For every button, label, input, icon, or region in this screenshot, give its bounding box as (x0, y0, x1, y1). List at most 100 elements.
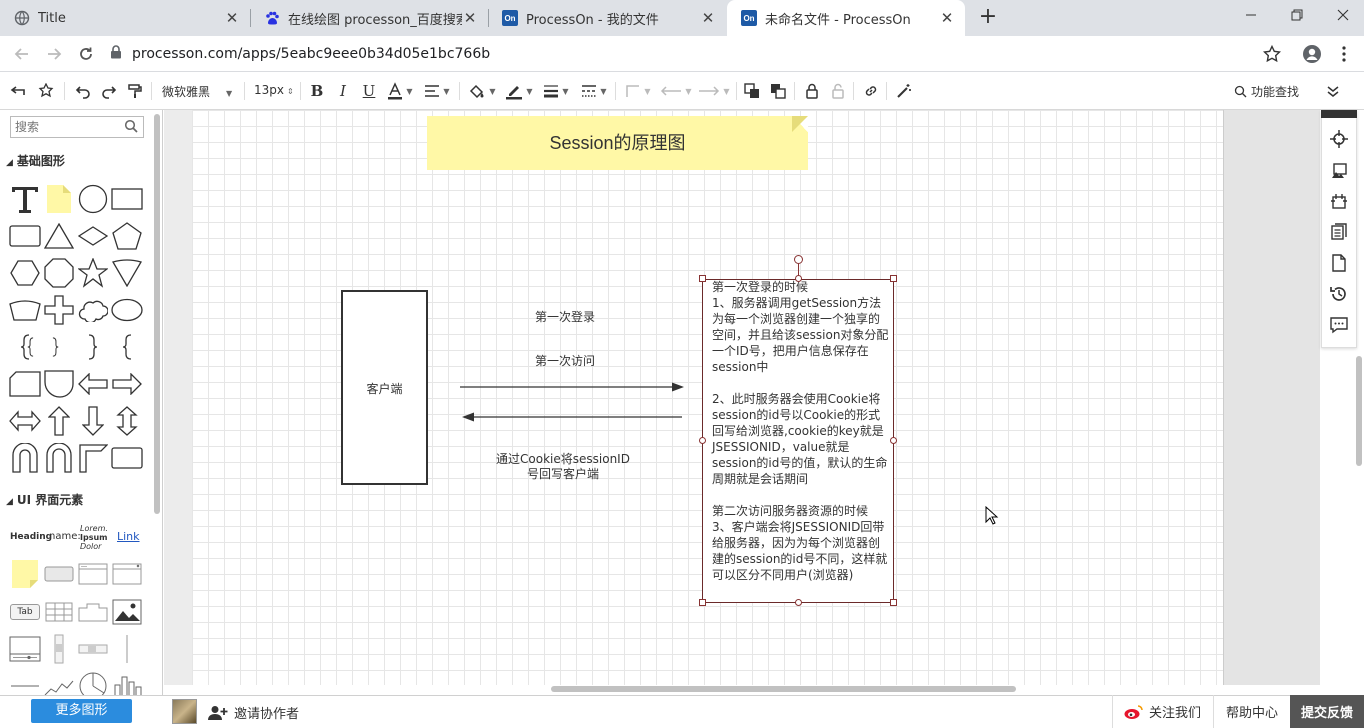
resize-handle-nw[interactable] (699, 275, 706, 282)
invite-collaborator-button[interactable]: 邀请协作者 (208, 703, 299, 722)
restore-button[interactable] (1274, 0, 1320, 30)
hexagon-shape[interactable] (9, 257, 41, 289)
browser-tab-baidu[interactable]: 在线绘图 processon_百度搜索 ✕ (250, 0, 488, 36)
feature-search-button[interactable]: 功能查找 (1234, 83, 1299, 100)
lock-icon[interactable] (802, 80, 822, 102)
back-arrow-icon[interactable] (10, 42, 34, 66)
line-style-icon[interactable]: ▼ (578, 80, 610, 102)
section-basic-shapes[interactable]: ◢ 基础图形 (6, 152, 65, 169)
italic-icon[interactable]: I (333, 80, 353, 102)
funnel-shape[interactable] (111, 257, 143, 289)
ui-paragraph-shape[interactable]: Lorem. Ipsum Dolor (80, 524, 108, 551)
ui-vertical-line-shape[interactable] (111, 633, 143, 665)
resize-handle-e[interactable] (890, 437, 897, 444)
u-turn-arrow-shape[interactable] (9, 442, 41, 474)
close-tab-icon[interactable]: ✕ (224, 9, 240, 27)
resize-handle-s[interactable] (795, 599, 802, 606)
follow-us-button[interactable]: 关注我们 (1112, 695, 1212, 728)
circle-shape[interactable] (77, 183, 109, 215)
ui-horizontal-line-shape[interactable] (9, 670, 41, 695)
ui-heading-shape[interactable]: Heading (10, 532, 52, 542)
ui-line-chart-shape[interactable] (43, 670, 75, 695)
font-color-icon[interactable]: ▼ (385, 80, 415, 102)
process-shape[interactable] (111, 442, 143, 474)
brace-shape[interactable] (111, 331, 143, 363)
corner-shape[interactable] (77, 442, 109, 474)
section-ui-elements[interactable]: ◢ UI 界面元素 (6, 491, 83, 508)
redo-icon[interactable] (99, 80, 119, 102)
star-shape[interactable] (77, 257, 109, 289)
user-avatar[interactable] (172, 699, 197, 724)
send-back-icon[interactable] (768, 80, 788, 102)
underline-icon[interactable]: U (359, 80, 379, 102)
undo-icon[interactable] (73, 80, 93, 102)
line-start-arrow-icon[interactable]: ▼ (658, 80, 694, 102)
font-size-stepper[interactable]: 13px ⇕ (254, 83, 298, 97)
collapse-toolbar-icon[interactable] (1324, 80, 1342, 102)
resize-handle-sw[interactable] (699, 599, 706, 606)
left-arrow-shape[interactable] (77, 368, 109, 400)
down-arrow-shape[interactable] (77, 405, 109, 437)
manual-input-shape[interactable] (9, 294, 41, 326)
ui-table-shape[interactable] (43, 596, 75, 628)
rotation-handle[interactable] (794, 255, 803, 264)
leaf-shape[interactable] (43, 368, 75, 400)
ui-label-shape[interactable]: name: (49, 531, 81, 542)
page-icon[interactable] (1328, 252, 1350, 274)
resize-handle-se[interactable] (890, 599, 897, 606)
text-align-icon[interactable]: ▼ (421, 80, 453, 102)
right-arrow-shape[interactable] (111, 368, 143, 400)
ui-button-shape[interactable] (43, 558, 75, 590)
format-painter-clear-icon[interactable] (36, 80, 56, 102)
left-panel-scrollbar[interactable] (154, 114, 160, 514)
brace-pair-shape[interactable] (27, 331, 59, 363)
double-arrow-shape[interactable] (9, 405, 41, 437)
ui-pie-chart-shape[interactable] (77, 670, 109, 695)
resize-handle-n[interactable] (795, 275, 802, 282)
ui-link-shape[interactable]: Link (117, 530, 140, 543)
ui-bar-chart-shape[interactable] (111, 670, 143, 695)
browser-tab-title[interactable]: Title ✕ (0, 0, 250, 36)
format-painter-icon[interactable] (125, 80, 145, 102)
navigator-icon[interactable] (1328, 128, 1350, 150)
resize-handle-w[interactable] (699, 437, 706, 444)
arch-shape[interactable] (43, 442, 75, 474)
more-shapes-button[interactable]: 更多图形 (31, 699, 132, 723)
up-arrow-shape[interactable] (43, 405, 75, 437)
bold-icon[interactable]: B (307, 80, 327, 102)
profile-avatar-icon[interactable] (1300, 42, 1324, 66)
page-setup-icon[interactable] (1328, 190, 1350, 212)
rectangle-shape[interactable] (111, 183, 143, 215)
ui-video-player-shape[interactable] (9, 633, 41, 665)
bring-front-icon[interactable] (742, 80, 762, 102)
browser-menu-icon[interactable] (1332, 42, 1356, 66)
close-tab-icon[interactable]: ✕ (462, 9, 478, 27)
fill-color-icon[interactable]: ▼ (467, 80, 497, 102)
close-tab-icon[interactable]: ✕ (939, 9, 955, 27)
octagon-shape[interactable] (43, 257, 75, 289)
comments-icon[interactable] (1328, 314, 1350, 336)
browser-tab-my-files[interactable]: On ProcessOn - 我的文件 ✕ (488, 0, 726, 36)
link-icon[interactable] (861, 80, 881, 102)
ui-horizontal-scrollbar-shape[interactable] (77, 633, 109, 665)
shape-style-icon[interactable] (1328, 160, 1350, 182)
new-tab-button[interactable]: + (976, 6, 1000, 30)
ui-browser-window-shape[interactable] (77, 558, 109, 590)
connector-type-icon[interactable]: ▼ (623, 80, 653, 102)
cloud-shape[interactable] (77, 294, 109, 326)
data-attributes-icon[interactable] (1328, 221, 1350, 243)
help-center-button[interactable]: 帮助中心 (1213, 695, 1290, 728)
ui-vertical-slider-shape[interactable] (43, 633, 75, 665)
minimize-button[interactable] (1228, 0, 1274, 30)
ellipse-shape[interactable] (111, 294, 143, 326)
submit-feedback-button[interactable]: 提交反馈 (1290, 695, 1364, 728)
resize-handle-ne[interactable] (890, 275, 897, 282)
ui-tab-panel-shape[interactable] (77, 596, 109, 628)
bookmark-star-icon[interactable] (1260, 42, 1284, 66)
search-icon[interactable] (124, 119, 138, 133)
ui-sticky-note-shape[interactable] (9, 558, 41, 590)
ui-dialog-window-shape[interactable] (111, 558, 143, 590)
url-field[interactable]: processon.com/apps/5eabc9eee0b34d05e1bc7… (110, 40, 1290, 68)
font-family-select[interactable]: 微软雅黑 ▼ (162, 83, 236, 100)
close-window-button[interactable] (1320, 0, 1364, 30)
